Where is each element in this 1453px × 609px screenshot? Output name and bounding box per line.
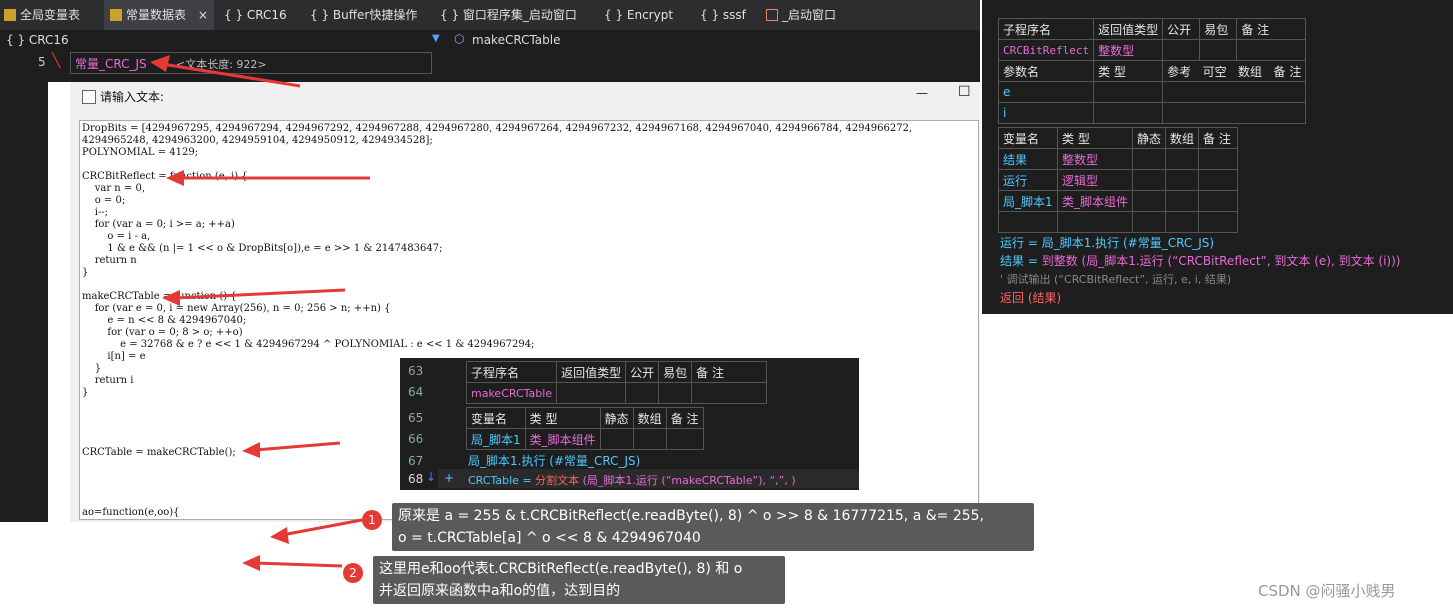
- watermark: CSDN @闷骚小贱男: [1258, 582, 1396, 600]
- arrow-note-1: [270, 518, 363, 544]
- arrow-makecrctable: [162, 288, 346, 306]
- arrow-crctable: [242, 441, 341, 458]
- note-text: 这里用e和oo代表t.CRCBitReflect(e.readByte(), 8…: [379, 561, 743, 577]
- note-badge: 1: [362, 510, 382, 530]
- note-1: 原来是 a = 255 & t.CRCBitReflect(e.readByte…: [392, 503, 1034, 551]
- note-text: 原来是 a = 255 & t.CRCBitReflect(e.readByte…: [398, 508, 985, 524]
- arrow-const: [150, 55, 301, 88]
- note-text: o = t.CRCTable[a] ^ o << 8 & 4294967040: [398, 530, 701, 546]
- note-badge: 2: [343, 563, 363, 583]
- arrow-crcbitreflect: [166, 170, 370, 186]
- note-2: 这里用e和oo代表t.CRCBitReflect(e.readByte(), 8…: [373, 556, 785, 604]
- arrow-note-2: [242, 555, 343, 571]
- note-text: 并返回原来函数中a和o的值，达到目的: [379, 583, 621, 599]
